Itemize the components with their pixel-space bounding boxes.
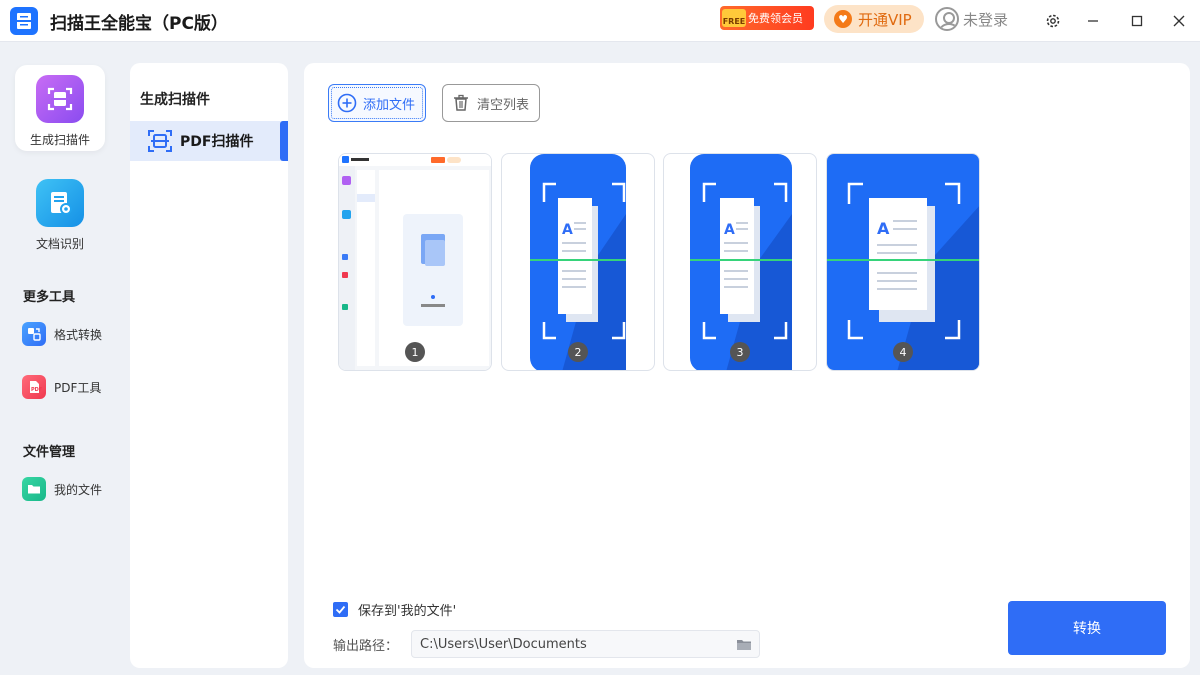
thumbnail-number: 4: [893, 342, 913, 362]
output-path-label: 输出路径：: [333, 639, 399, 654]
svg-text:PDF: PDF: [31, 387, 42, 393]
file-thumbnail[interactable]: 1: [338, 153, 492, 371]
login-label: 未登录: [963, 10, 1009, 29]
svg-text:A: A: [877, 219, 890, 238]
add-file-label: 添加文件: [363, 97, 416, 113]
maximize-icon[interactable]: [1124, 8, 1150, 34]
thumbnail-number: 1: [405, 342, 425, 362]
pdf-tool-icon: PDF: [22, 375, 46, 399]
format-convert-icon: [22, 322, 46, 346]
scan-icon: [36, 75, 84, 123]
nav-label: 格式转换: [54, 327, 103, 342]
vip-label: 开通VIP: [858, 10, 912, 29]
svg-text:A: A: [562, 222, 573, 238]
free-tag: FREE: [722, 9, 746, 27]
free-member-promo-button[interactable]: FREE 免费领会员: [720, 6, 814, 30]
nav-pdf-tool[interactable]: PDF PDF工具: [22, 374, 101, 400]
nav-label: PDF工具: [54, 380, 102, 395]
close-icon[interactable]: [1166, 8, 1192, 34]
file-thumbnail[interactable]: A 4: [826, 153, 980, 371]
minimize-icon[interactable]: [1080, 8, 1106, 34]
user-avatar-icon: [935, 7, 959, 31]
add-circle-icon: [337, 93, 357, 113]
open-vip-button[interactable]: ♥ 开通VIP: [824, 5, 924, 33]
sub-panel-title: 生成扫描件: [140, 92, 210, 108]
scan-graphic-preview: A: [690, 154, 792, 370]
scan-graphic-preview: A: [827, 154, 979, 370]
clear-list-label: 清空列表: [477, 97, 530, 113]
promo-label: 免费领会员: [748, 12, 803, 25]
app-screenshot-preview: [339, 154, 491, 370]
thumbnail-number: 3: [730, 342, 750, 362]
nav-label: 我的文件: [54, 482, 103, 497]
sub-item-label: PDF扫描件: [180, 134, 254, 150]
nav-label: 文档识别: [35, 237, 84, 251]
title-bar: 扫描王全能宝（PC版） FREE 免费领会员 ♥ 开通VIP 未登录: [0, 0, 1200, 42]
main-panel: 添加文件 清空列表 1 A 2 A 3 A 4 保存到'我的文件' 输出路径： …: [304, 63, 1190, 668]
scan-graphic-preview: A: [530, 154, 626, 370]
thumbnail-number: 2: [568, 342, 588, 362]
save-to-my-files-row[interactable]: 保存到'我的文件': [333, 600, 456, 619]
app-logo-icon: [10, 7, 38, 35]
output-path-field[interactable]: C:\Users\User\Documents: [411, 630, 760, 658]
svg-text:A: A: [724, 222, 735, 238]
document-ocr-icon: [36, 179, 84, 227]
file-management-heading: 文件管理: [23, 445, 76, 460]
folder-icon: [22, 477, 46, 501]
nav-format-convert[interactable]: 格式转换: [22, 321, 102, 347]
nav-generate-scan[interactable]: 生成扫描件: [15, 65, 105, 151]
nav-my-files[interactable]: 我的文件: [22, 476, 102, 502]
vip-heart-icon: ♥: [834, 10, 852, 28]
file-thumbnail[interactable]: A 2: [501, 153, 655, 371]
pdf-scan-icon: [146, 127, 174, 155]
sub-item-pdf-scan[interactable]: PDF扫描件: [130, 121, 288, 161]
add-file-button[interactable]: 添加文件: [328, 84, 426, 122]
file-thumbnail[interactable]: A 3: [663, 153, 817, 371]
trash-icon: [451, 93, 471, 113]
left-navigation: 生成扫描件 文档识别 更多工具 格式转换 PDF PDF工具 文件管理 我的文件: [0, 43, 120, 675]
app-title: 扫描王全能宝（PC版）: [50, 14, 228, 34]
nav-document-ocr[interactable]: 文档识别: [15, 169, 105, 255]
nav-label: 生成扫描件: [29, 133, 90, 147]
save-label: 保存到'我的文件': [358, 604, 457, 619]
login-button[interactable]: 未登录: [935, 6, 1008, 32]
clear-list-button[interactable]: 清空列表: [442, 84, 540, 122]
browse-folder-icon[interactable]: [736, 637, 752, 656]
more-tools-heading: 更多工具: [23, 290, 76, 305]
settings-gear-icon[interactable]: [1040, 8, 1066, 34]
save-checkbox[interactable]: [333, 602, 348, 617]
convert-button[interactable]: 转换: [1008, 601, 1166, 655]
active-indicator: [280, 121, 288, 161]
sub-panel: 生成扫描件 PDF扫描件: [130, 63, 288, 668]
